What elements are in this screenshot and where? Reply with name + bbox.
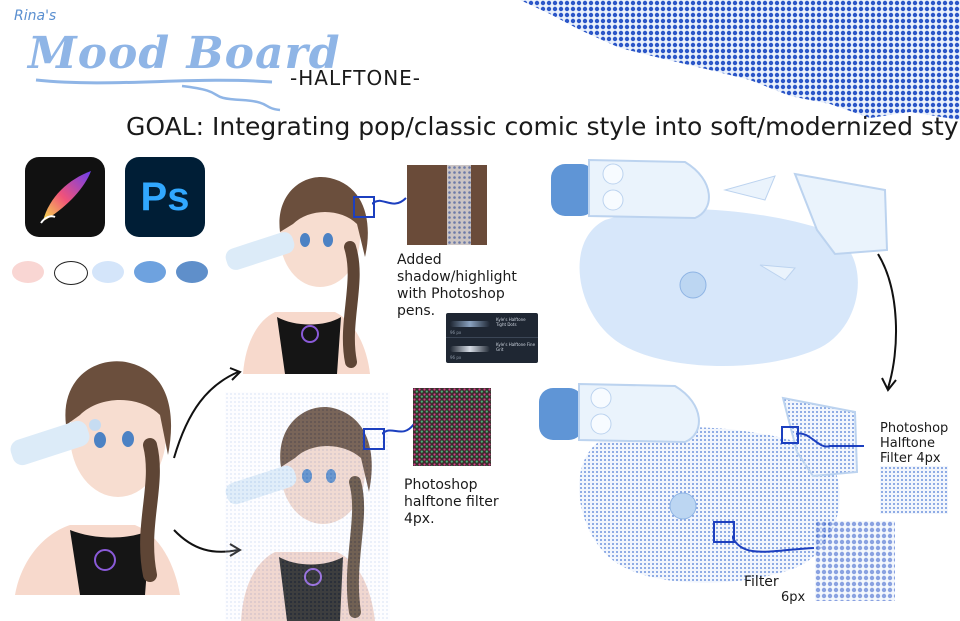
brush-stroke-preview (450, 346, 490, 352)
author-label: Rina's (14, 8, 57, 24)
bottle-spill-illustration (551, 158, 889, 367)
zoom-connector (372, 197, 407, 205)
zoom-connector (382, 423, 415, 435)
zoom-connector (732, 535, 815, 553)
arrow-icon (877, 253, 898, 392)
procreate-icon (25, 157, 105, 237)
caption-halftone-filter: Photoshop halftone filter 4px. (404, 477, 499, 527)
goal-statement: GOAL: Integrating pop/classic comic styl… (126, 112, 960, 141)
zoom-connector (796, 432, 864, 448)
brush-panel: Kyle's Halftone Tight Dots 96 px Kyle's … (446, 313, 538, 363)
caption-right-filter-4px: Photoshop Halftone Filter 4px (880, 421, 949, 466)
photoshop-icon: Ps (125, 157, 205, 237)
swatch-pink (12, 261, 44, 283)
zoom-shadow-sample (407, 165, 487, 245)
caption-filter-6px-size: 6px (781, 590, 806, 605)
brush-stroke-preview (450, 321, 490, 327)
zoom-filter-4px-sample (880, 466, 948, 514)
zoom-halftone-sample (413, 388, 491, 466)
halftone-corner-decoration (520, 0, 960, 120)
swatch-deep-blue (176, 261, 208, 283)
swatch-pale-blue (92, 261, 124, 283)
swatch-white (54, 261, 88, 285)
brush-size-a: 96 px (450, 330, 462, 335)
brush-name-b: Kyle's Halftone Fine Grit (496, 342, 536, 352)
girl-illustration-shaded (225, 176, 370, 374)
zoom-filter-6px-sample (815, 521, 895, 601)
title-underline-decoration (35, 78, 281, 112)
swatch-blue (134, 261, 166, 283)
caption-shadow-highlight: Added shadow/highlight with Photoshop pe… (397, 252, 517, 319)
brush-name-a: Kyle's Halftone Tight Dots (496, 317, 526, 327)
subtitle: -HALFTONE- (290, 66, 422, 90)
brush-size-b: 96 px (450, 355, 462, 360)
girl-illustration-halftone (225, 392, 390, 621)
caption-filter-6px-label: Filter (744, 574, 779, 590)
